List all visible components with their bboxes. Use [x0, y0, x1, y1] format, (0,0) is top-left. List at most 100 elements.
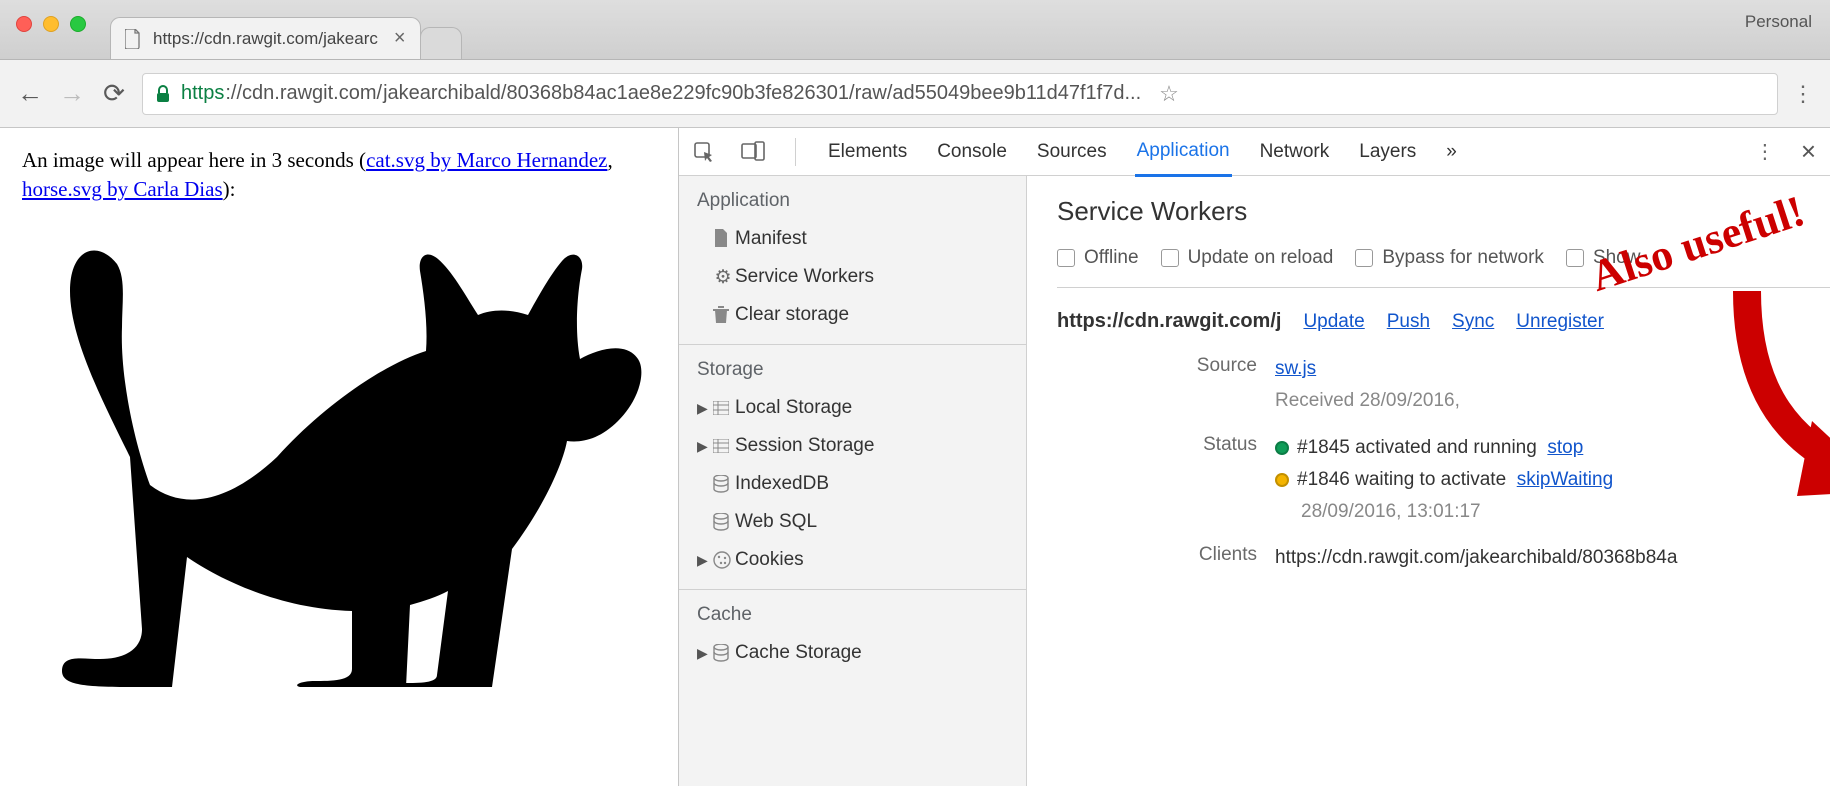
chevron-right-icon: ▶: [697, 645, 708, 662]
source-label: Source: [1057, 353, 1257, 377]
window-chrome: Personal https://cdn.rawgit.com/jakearc …: [0, 0, 1830, 60]
forward-button[interactable]: →: [58, 78, 86, 109]
update-on-reload-checkbox[interactable]: Update on reload: [1161, 247, 1334, 269]
sidebar-item-label: Service Workers: [735, 266, 874, 288]
grid-icon: [713, 439, 733, 453]
devtools-menu-icon[interactable]: ⋮: [1755, 139, 1775, 164]
page-text-mid: ,: [607, 148, 612, 172]
status-dot-waiting: [1275, 473, 1289, 487]
bookmark-star-icon[interactable]: ☆: [1159, 81, 1179, 107]
sidebar-item-label: Manifest: [735, 228, 807, 250]
push-link[interactable]: Push: [1387, 311, 1430, 333]
show-checkbox[interactable]: Show: [1566, 247, 1641, 269]
sidebar-item-manifest[interactable]: Manifest: [679, 220, 1026, 258]
panel-title: Service Workers: [1057, 196, 1830, 227]
sidebar-header-storage: Storage: [679, 345, 1026, 389]
devtools-sidebar: Application Manifest ⚙ Service Workers C…: [679, 176, 1027, 786]
sidebar-item-label: IndexedDB: [735, 473, 829, 495]
tab-title: https://cdn.rawgit.com/jakearc: [153, 29, 378, 49]
sidebar-item-clear-storage[interactable]: Clear storage: [679, 296, 1026, 334]
gear-icon: ⚙: [713, 266, 733, 289]
devtools-panel: Elements Console Sources Application Net…: [678, 128, 1830, 786]
sidebar-item-label: Clear storage: [735, 304, 849, 326]
chevron-right-icon: ▶: [697, 438, 708, 455]
trash-icon: [713, 306, 733, 324]
sidebar-item-indexeddb[interactable]: IndexedDB: [679, 465, 1026, 503]
update-link[interactable]: Update: [1303, 311, 1364, 333]
sidebar-item-label: Web SQL: [735, 511, 817, 533]
tabs-overflow[interactable]: »: [1444, 129, 1459, 175]
profile-badge[interactable]: Personal: [1745, 12, 1812, 32]
divider: [795, 138, 796, 166]
tab-elements[interactable]: Elements: [826, 129, 909, 175]
inspect-icon[interactable]: [693, 141, 715, 163]
page-view: An image will appear here in 3 seconds (…: [0, 128, 678, 786]
offline-checkbox[interactable]: Offline: [1057, 247, 1139, 269]
stop-link[interactable]: stop: [1547, 437, 1583, 458]
sidebar-item-cookies[interactable]: ▶ Cookies: [679, 541, 1026, 579]
sidebar-item-local-storage[interactable]: ▶ Local Storage: [679, 389, 1026, 427]
sw-source-link[interactable]: sw.js: [1275, 358, 1316, 379]
url-protocol: https: [181, 82, 224, 105]
skipwaiting-link[interactable]: skipWaiting: [1517, 469, 1613, 490]
tab-sources[interactable]: Sources: [1035, 129, 1109, 175]
sidebar-item-label: Cookies: [735, 549, 804, 571]
reload-button[interactable]: ⟳: [100, 78, 128, 109]
tab-close-icon[interactable]: ×: [394, 27, 406, 50]
sidebar-item-cache-storage[interactable]: ▶ Cache Storage: [679, 634, 1026, 672]
service-workers-panel: Service Workers Offline Update on reload…: [1027, 176, 1830, 786]
window-maximize-button[interactable]: [70, 16, 86, 32]
sidebar-item-label: Cache Storage: [735, 642, 862, 664]
cookie-icon: [713, 551, 733, 569]
sync-link[interactable]: Sync: [1452, 311, 1494, 333]
page-text-post: ):: [223, 177, 236, 201]
status-value: #1845 activated and running stop #1846 w…: [1275, 432, 1830, 529]
lock-icon: [155, 85, 171, 103]
page-icon: [125, 28, 143, 50]
traffic-lights: [16, 16, 86, 32]
database-icon: [713, 475, 733, 493]
chevron-right-icon: ▶: [697, 400, 708, 417]
sw-origin-url: https://cdn.rawgit.com/j: [1057, 310, 1281, 333]
window-minimize-button[interactable]: [43, 16, 59, 32]
page-text: An image will appear here in 3 seconds (: [22, 148, 366, 172]
grid-icon: [713, 401, 733, 415]
source-value: sw.js Received 28/09/2016,: [1275, 353, 1830, 418]
page-link-cat[interactable]: cat.svg by Marco Hernandez: [366, 148, 607, 172]
devtools-close-icon[interactable]: ×: [1801, 136, 1816, 167]
url-path: jakearchibald/80368b84ac1ae8e229fc90b3fe…: [383, 82, 1141, 105]
status-label: Status: [1057, 432, 1257, 456]
content-row: An image will appear here in 3 seconds (…: [0, 128, 1830, 786]
tab-console[interactable]: Console: [935, 129, 1009, 175]
tab-network[interactable]: Network: [1258, 129, 1332, 175]
sw-details-grid: Source sw.js Received 28/09/2016, Status…: [1057, 353, 1830, 575]
status2-time: 28/09/2016, 13:01:17: [1301, 501, 1481, 522]
devtools-tabbar: Elements Console Sources Application Net…: [679, 128, 1830, 176]
address-bar[interactable]: https://cdn.rawgit.com/jakearchibald/803…: [142, 73, 1778, 115]
sw-received-text: Received 28/09/2016,: [1275, 390, 1460, 411]
sidebar-item-websql[interactable]: Web SQL: [679, 503, 1026, 541]
cat-image: [22, 209, 656, 689]
tab-application[interactable]: Application: [1135, 128, 1232, 177]
browser-tab-new[interactable]: [420, 27, 462, 59]
status2-text: #1846 waiting to activate: [1297, 469, 1506, 490]
sidebar-item-service-workers[interactable]: ⚙ Service Workers: [679, 258, 1026, 296]
tab-layers[interactable]: Layers: [1357, 129, 1418, 175]
back-button[interactable]: ←: [16, 78, 44, 109]
url-host: ://cdn.rawgit.com/: [225, 82, 382, 105]
bypass-network-checkbox[interactable]: Bypass for network: [1355, 247, 1544, 269]
database-icon: [713, 644, 733, 662]
unregister-link[interactable]: Unregister: [1516, 311, 1604, 333]
file-icon: [713, 229, 733, 249]
browser-menu-button[interactable]: ⋮: [1792, 81, 1814, 107]
browser-tab-active[interactable]: https://cdn.rawgit.com/jakearc ×: [110, 17, 421, 59]
devtools-body: Application Manifest ⚙ Service Workers C…: [679, 176, 1830, 786]
database-icon: [713, 513, 733, 531]
device-icon[interactable]: [741, 141, 765, 163]
sidebar-item-session-storage[interactable]: ▶ Session Storage: [679, 427, 1026, 465]
page-link-horse[interactable]: horse.svg by Carla Dias: [22, 177, 223, 201]
sidebar-header-cache: Cache: [679, 590, 1026, 634]
status1-text: #1845 activated and running: [1297, 437, 1537, 458]
window-close-button[interactable]: [16, 16, 32, 32]
status-dot-active: [1275, 441, 1289, 455]
